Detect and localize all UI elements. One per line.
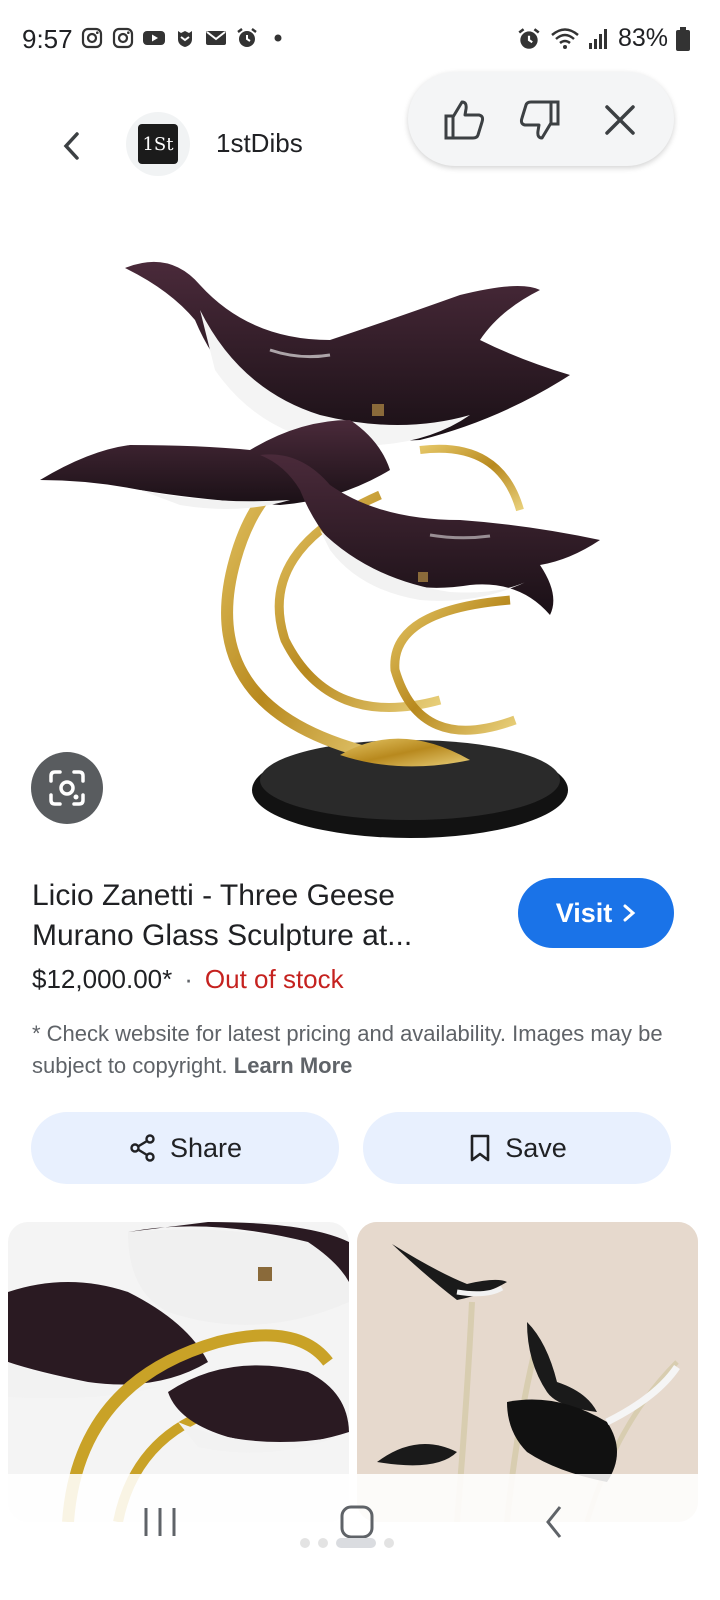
share-label: Share [169,1132,243,1163]
alarm-icon [237,28,257,47]
page-dot [384,1538,394,1548]
site-logo[interactable]: 1St [126,112,190,176]
back-button[interactable] [52,124,92,168]
status-bar: 9:57 83% [0,0,720,80]
status-time: 9:57 [22,24,73,54]
battery-percent: 83% [617,24,668,52]
save-button[interactable]: Save [363,1112,671,1184]
page-dot-active [336,1538,376,1548]
lens-icon [49,770,85,806]
page-dot [300,1538,310,1548]
page-dot [318,1538,328,1548]
instagram-icon [112,27,134,49]
shield-icon [178,31,192,47]
site-logo-mark: 1St [138,124,178,164]
disclaimer: * Check website for latest pricing and a… [32,1018,672,1082]
signal-icon [588,28,607,49]
thumbs-down-icon[interactable] [516,96,564,144]
site-name[interactable]: 1stDibs [216,128,303,159]
youtube-icon [143,31,165,45]
instagram-icon [81,27,103,49]
bookmark-icon [470,1134,490,1162]
chevron-right-icon [623,904,636,922]
battery-icon [676,26,690,51]
visit-button[interactable]: Visit [518,878,674,948]
learn-more-link[interactable]: Learn More [234,1053,353,1078]
mail-icon [206,31,226,45]
share-icon [130,1134,155,1162]
lens-search-button[interactable] [31,752,103,824]
alarm-icon [518,27,540,49]
visit-label: Visit [555,897,613,928]
dot-icon [274,34,282,42]
system-nav-bar [0,1474,720,1600]
feedback-bar [408,72,674,166]
price: $12,000.00* [32,964,173,994]
close-icon[interactable] [596,96,644,144]
result-title[interactable]: Licio Zanetti - Three Geese Murano Glass… [32,876,472,956]
page-indicator [300,1538,394,1548]
nav-back-icon[interactable] [540,1504,570,1540]
status-right: 83% [516,24,690,53]
save-label: Save [505,1132,567,1163]
recent-apps-icon[interactable] [140,1504,180,1540]
price-row: $12,000.00* · Out of stock [32,964,344,995]
home-icon[interactable] [337,1504,377,1540]
stock-status: Out of stock [204,964,344,994]
separator: · [184,964,193,994]
notification-icons [80,26,290,50]
share-button[interactable]: Share [31,1112,339,1184]
product-image[interactable] [0,200,720,860]
thumbs-up-icon[interactable] [440,96,488,144]
wifi-icon [551,27,579,49]
